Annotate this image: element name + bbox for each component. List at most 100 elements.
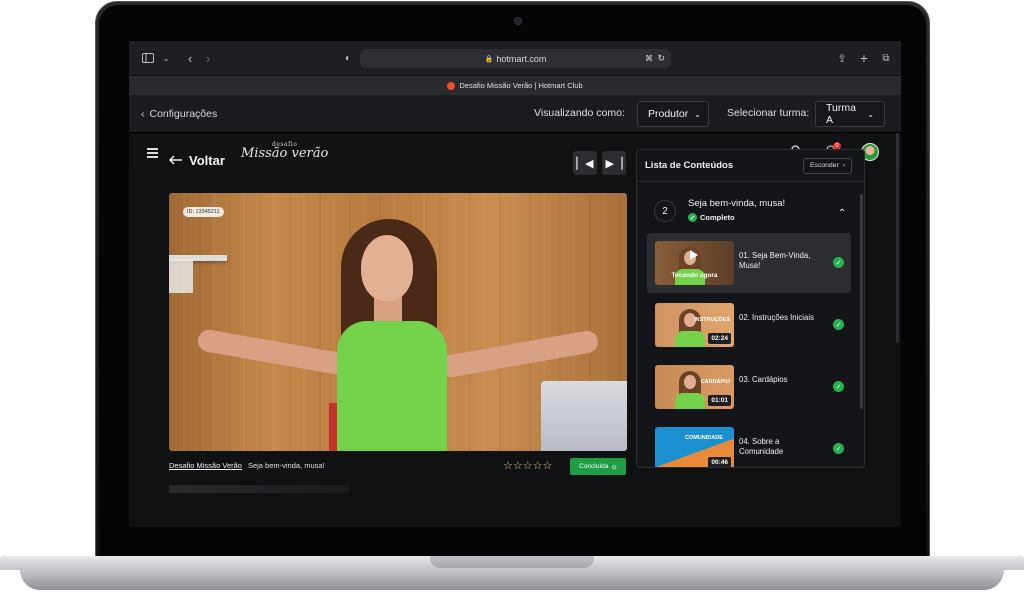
next-lesson-button[interactable]: ▶▕ <box>602 151 626 175</box>
check-circle-icon: ⊙ <box>611 463 617 471</box>
sidebar-toggle-icon[interactable] <box>139 49 157 67</box>
check-icon: ✓ <box>833 381 844 392</box>
lesson-thumbnail: Tocando agora <box>655 241 734 285</box>
viewing-as-value: Produtor <box>648 108 689 120</box>
module-number: 2 <box>654 200 676 222</box>
lesson-title: 01. Seja Bem-Vinda, Musa! <box>739 251 811 270</box>
previous-lesson-button[interactable]: ▏◀ <box>573 151 597 175</box>
address-bar[interactable]: 🔒 hotmart.com ⌘ ↻ <box>360 49 671 68</box>
now-playing-label: Tocando agora <box>671 272 718 279</box>
tabs-overview-icon[interactable]: ⧉ <box>877 49 895 67</box>
laptop-notch <box>430 556 594 568</box>
check-icon: ✓ <box>688 213 697 222</box>
thumbnail-shirt <box>675 393 705 409</box>
concluida-label: Concluída <box>579 463 609 470</box>
course-logo[interactable]: desafio Missão verão <box>241 141 328 161</box>
chevron-down-icon: ⌄ <box>694 109 701 119</box>
content-list-header: Lista de Conteúdos Esconder › <box>637 150 864 182</box>
configuracoes-label: Configurações <box>149 107 218 120</box>
voltar-label: Voltar <box>189 153 225 168</box>
page-scrollbar[interactable] <box>896 133 899 343</box>
esconder-button[interactable]: Esconder › <box>803 157 852 174</box>
lesson-title: 03. Cardápios <box>739 375 788 384</box>
module-status-text: Completo <box>700 213 735 222</box>
lesson-name: Seja bem-vinda, musa! <box>247 461 325 470</box>
module-header[interactable]: 2 Seja bem-vinda, musa! ✓ Completo ⌃ <box>645 194 846 230</box>
skip-next-icon: ▶▕ <box>605 157 623 170</box>
laptop-lid: ⌄ ‹ › ◐ 🔒 hotmart.com ⌘ ↻ ⇪ + ⧉ Desafio … <box>95 1 930 561</box>
share-icon[interactable]: ⇪ <box>833 49 851 67</box>
lesson-duration: 00:46 <box>708 457 731 467</box>
admin-topbar: ‹ Configurações Visualizando como: Produ… <box>129 95 901 133</box>
lesson-thumbnail: CARDÁPIO 01:01 <box>655 365 734 409</box>
thumbnail-shirt <box>675 331 705 347</box>
presenter-shirt <box>337 321 447 451</box>
skip-previous-icon: ▏◀ <box>576 157 594 170</box>
url-text: hotmart.com <box>496 53 547 64</box>
reload-icon[interactable]: ↻ <box>657 53 665 64</box>
rating-stars[interactable]: ☆☆☆☆☆ <box>503 459 552 472</box>
screen: ⌄ ‹ › ◐ 🔒 hotmart.com ⌘ ↻ ⇪ + ⧉ Desafio … <box>129 41 901 527</box>
browser-tab[interactable]: Desafio Missão Verão | Hotmart Club <box>129 75 901 95</box>
select-class-label: Selecionar turma: <box>727 107 810 119</box>
lesson-thumbnail: INSTRUÇÕES 02:24 <box>655 303 734 347</box>
tab-title: Desafio Missão Verão | Hotmart Club <box>459 81 583 90</box>
laptop-base <box>0 556 1024 594</box>
screen-bezel: ⌄ ‹ › ◐ 🔒 hotmart.com ⌘ ↻ ⇪ + ⧉ Desafio … <box>99 5 926 560</box>
voltar-button[interactable]: Voltar <box>168 153 225 168</box>
arrow-left-icon <box>168 153 183 168</box>
lesson-title: 02. Instruções Iniciais <box>739 313 814 322</box>
lesson-item[interactable]: INSTRUÇÕES 02:24 02. Instruções Iniciais… <box>647 295 851 355</box>
laptop-base-bottom <box>20 570 1004 590</box>
content-list-scrollbar[interactable] <box>860 194 863 409</box>
play-icon <box>690 250 698 260</box>
lesson-caption: Desafio Missão Verão Seja bem-vinda, mus… <box>169 461 325 470</box>
shield-icon[interactable]: ◐ <box>339 49 357 67</box>
thumbnail-word: INSTRUÇÕES <box>693 317 730 323</box>
configuracoes-link[interactable]: ‹ Configurações <box>141 108 217 120</box>
new-tab-icon[interactable]: + <box>855 49 873 67</box>
module-title: Seja bem-vinda, musa! <box>688 198 786 209</box>
lesson-title-cut <box>169 485 349 493</box>
camera-icon <box>514 17 522 25</box>
lesson-item[interactable]: COMUNIDADE 00:46 04. Sobre a Comunidade … <box>647 419 851 467</box>
hotmart-favicon-icon <box>447 81 456 90</box>
viewing-as-select[interactable]: Produtor ⌄ <box>637 101 709 127</box>
select-class-dropdown[interactable]: Turma A ⌄ <box>815 101 885 127</box>
lesson-thumbnail: COMUNIDADE 00:46 <box>655 427 734 467</box>
viewing-as-label: Visualizando como: <box>534 107 625 119</box>
lesson-item[interactable]: CARDÁPIO 01:01 03. Cardápios ✓ <box>647 357 851 417</box>
forward-arrow-icon[interactable]: › <box>199 49 217 67</box>
thumbnail-word: COMUNIDADE <box>685 435 723 441</box>
module-status: ✓ Completo <box>688 213 735 222</box>
video-player[interactable]: ID: 13345211 <box>169 193 627 451</box>
video-laptop-prop <box>541 381 627 451</box>
esconder-label: Esconder <box>810 162 839 169</box>
menu-icon[interactable] <box>147 148 158 160</box>
video-frame <box>169 259 193 293</box>
concluida-button[interactable]: Concluída ⊙ <box>570 458 626 475</box>
select-class-value: Turma A <box>826 102 856 126</box>
chevron-up-icon[interactable]: ⌃ <box>838 208 846 219</box>
chevron-down-icon[interactable]: ⌄ <box>157 49 175 67</box>
lesson-item[interactable]: Tocando agora 01. Seja Bem-Vinda, Musa! … <box>647 233 851 293</box>
chevron-down-icon: ⌄ <box>867 109 874 119</box>
content-list-title: Lista de Conteúdos <box>645 160 734 171</box>
check-icon: ✓ <box>833 443 844 454</box>
translate-icon[interactable]: ⌘ <box>645 54 653 63</box>
check-icon: ✓ <box>833 319 844 330</box>
logo-big-text: Missão verão <box>241 146 329 161</box>
thumbnail-word: CARDÁPIO <box>700 379 730 385</box>
lesson-title: 04. Sobre a Comunidade <box>739 437 784 456</box>
check-icon: ✓ <box>833 257 844 268</box>
lesson-duration: 01:01 <box>708 395 731 406</box>
course-link[interactable]: Desafio Missão Verão <box>169 461 242 470</box>
back-arrow-icon[interactable]: ‹ <box>181 49 199 67</box>
content-list-panel: Lista de Conteúdos Esconder › 2 Seja bem… <box>636 149 865 468</box>
browser-toolbar: ⌄ ‹ › ◐ 🔒 hotmart.com ⌘ ↻ ⇪ + ⧉ <box>129 41 901 75</box>
chevron-left-icon: ‹ <box>141 107 145 120</box>
lesson-duration: 02:24 <box>708 333 731 344</box>
presenter-face <box>361 235 413 301</box>
chevron-right-icon: › <box>842 162 845 169</box>
video-id-tag: ID: 13345211 <box>183 207 224 217</box>
